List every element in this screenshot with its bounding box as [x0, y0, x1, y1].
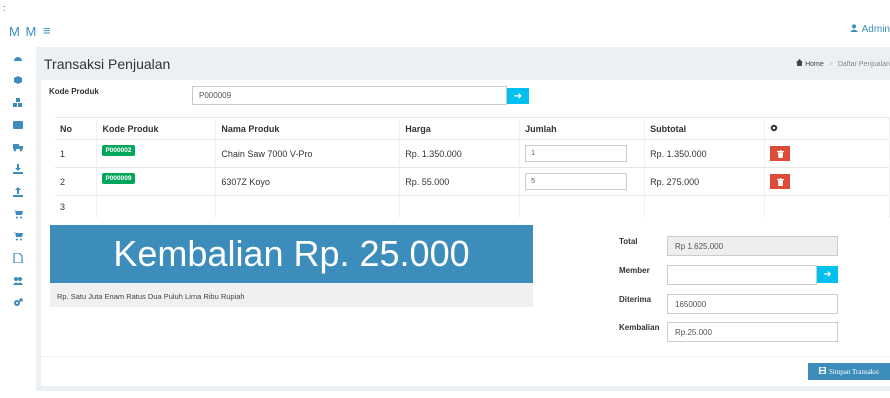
- table-row: 2 P000009 6307Z Koyo Rp. 55.000 Rp. 275.…: [55, 167, 890, 196]
- cube-icon: [14, 76, 22, 84]
- transaction-box: Kode Produk ➔ No Kode Produk Nama Produk…: [41, 80, 890, 386]
- breadcrumb: Home > Daftar Penjualan: [796, 59, 890, 68]
- content-wrapper: Transaksi Penjualan Home > Daftar Penjuala…: [36, 47, 890, 391]
- save-transaction-button[interactable]: Simpan Transaksi: [808, 363, 890, 380]
- quantity-input[interactable]: [525, 145, 628, 162]
- cell-kode: P000002: [96, 139, 217, 168]
- breadcrumb-separator: >: [828, 61, 833, 68]
- pilih-produk-button[interactable]: ➔: [507, 88, 529, 104]
- pilih-member-button[interactable]: ➔: [817, 266, 838, 283]
- cell-jumlah: [519, 167, 646, 196]
- breadcrumb-current: Daftar Penjualan: [837, 61, 890, 68]
- terbilang-text: Rp. Satu Juta Enam Ratus Dua Puluh Lima …: [50, 283, 533, 307]
- id-card-icon: [13, 121, 23, 129]
- kembalian-banner: Kembalian Rp. 25.000: [50, 225, 533, 283]
- cell-kode: P000009: [96, 167, 217, 196]
- dashboard-icon: [14, 57, 22, 61]
- col-subtotal: Subtotal: [644, 117, 766, 140]
- sidebar-item-laporan[interactable]: [11, 252, 25, 264]
- sidebar-item-dashboard[interactable]: [11, 52, 25, 64]
- cart-icon: [13, 232, 23, 241]
- cell-action: [764, 167, 890, 196]
- cell-jumlah: [519, 139, 646, 168]
- cart-table: No Kode Produk Nama Produk Harga Jumlah …: [55, 117, 890, 218]
- cell-nama: 6307Z Koyo: [215, 167, 401, 196]
- cell-subtotal: Rp. 1.350.000: [644, 139, 766, 168]
- kode-badge: P000009: [102, 172, 135, 184]
- kembalian-field: [667, 322, 838, 342]
- user-menu[interactable]: Admin: [849, 24, 890, 35]
- sidebar-item-transaksi[interactable]: [11, 230, 25, 242]
- sidebar-item-user[interactable]: [11, 275, 25, 287]
- sidebar-item-supplier[interactable]: [11, 141, 25, 153]
- arrow-right-icon: ➔: [513, 90, 523, 102]
- truck-icon: [13, 144, 23, 152]
- sidebar: [0, 44, 36, 398]
- sidebar-item-setting[interactable]: [11, 297, 25, 309]
- file-icon: [13, 253, 23, 263]
- cell-harga: Rp. 1.350.000: [399, 139, 521, 168]
- corner-mark: :: [3, 3, 6, 13]
- cell-action: [764, 139, 890, 168]
- col-harga: Harga: [399, 117, 521, 140]
- cell-no: 2: [55, 167, 98, 196]
- kode-badge: P000002: [102, 144, 135, 156]
- quantity-input[interactable]: [525, 173, 628, 190]
- diterima-label: Diterima: [619, 295, 652, 304]
- floppy-disk-icon: [819, 367, 826, 376]
- delete-item-button[interactable]: [770, 146, 791, 161]
- user-icon: [849, 24, 858, 35]
- download-icon: [13, 164, 23, 174]
- trash-icon: [776, 177, 784, 186]
- cell-harga: Rp. 55.000: [399, 167, 521, 196]
- sidebar-item-member[interactable]: [11, 119, 25, 131]
- cell-subtotal: Rp. 275.000: [644, 167, 766, 196]
- kode-produk-input[interactable]: [192, 86, 507, 105]
- sidebar-item-kategori[interactable]: [11, 97, 25, 109]
- breadcrumb-home[interactable]: Home: [805, 61, 824, 68]
- diterima-field[interactable]: [667, 294, 838, 314]
- member-field[interactable]: [667, 265, 817, 285]
- table-header-row: No Kode Produk Nama Produk Harga Jumlah …: [55, 117, 890, 140]
- top-navbar: : M M ≡ Admin: [0, 0, 890, 44]
- col-jumlah: Jumlah: [519, 117, 646, 140]
- cell-no: 1: [55, 139, 98, 168]
- cell-no: 3: [55, 195, 98, 218]
- users-icon: [13, 277, 23, 285]
- page-title: Transaksi Penjualan: [44, 56, 171, 72]
- arrow-right-icon: ➔: [823, 269, 832, 280]
- gear-icon: [770, 124, 778, 134]
- kode-produk-label: Kode Produk: [49, 87, 99, 96]
- col-nama-produk: Nama Produk: [215, 117, 401, 140]
- col-no: No: [55, 117, 98, 140]
- member-label: Member: [619, 266, 650, 275]
- app-logo[interactable]: M M: [9, 24, 37, 39]
- table-row: 1 P000002 Chain Saw 7000 V-Pro Rp. 1.350…: [55, 139, 890, 168]
- table-row: 3: [55, 195, 890, 218]
- cart-icon: [13, 210, 23, 219]
- col-kode-produk: Kode Produk: [96, 117, 217, 140]
- box-footer-divider: [41, 356, 890, 357]
- save-transaction-label: Simpan Transaksi: [829, 367, 879, 376]
- sidebar-item-penjualan[interactable]: [11, 208, 25, 220]
- total-label: Total: [619, 237, 638, 246]
- sidebar-item-pembelian[interactable]: [11, 186, 25, 198]
- home-icon: [796, 59, 805, 68]
- sidebar-item-produk[interactable]: [11, 74, 25, 86]
- delete-item-button[interactable]: [770, 174, 791, 189]
- upload-icon: [13, 187, 23, 197]
- col-action: [764, 117, 890, 140]
- total-field: [667, 236, 838, 256]
- cogs-icon: [14, 298, 23, 306]
- trash-icon: [776, 149, 784, 158]
- user-name: Admin: [861, 24, 890, 35]
- kembalian-label: Kembalian: [619, 323, 660, 332]
- cubes-icon: [13, 98, 22, 107]
- sidebar-item-pengeluaran[interactable]: [11, 163, 25, 175]
- bars-icon[interactable]: ≡: [43, 23, 51, 38]
- cell-nama: Chain Saw 7000 V-Pro: [215, 139, 401, 168]
